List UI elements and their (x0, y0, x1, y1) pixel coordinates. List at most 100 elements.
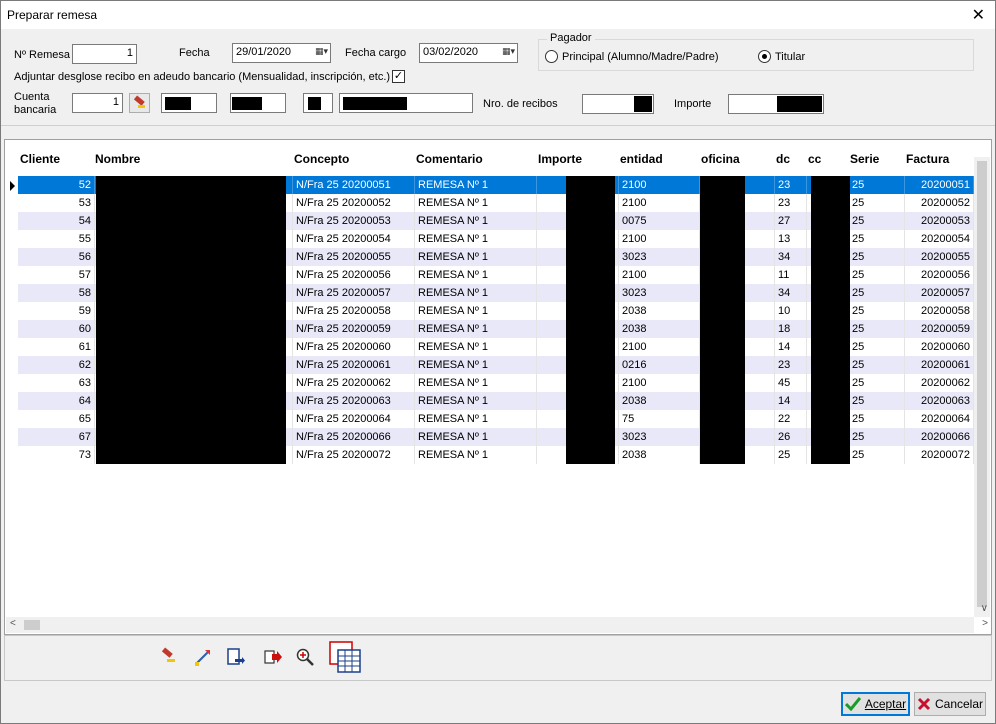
cell-serie[interactable]: 25 (849, 446, 905, 464)
cell-comentario[interactable]: REMESA Nº 1 (415, 266, 537, 284)
cell-dc[interactable]: 14 (775, 392, 807, 410)
cell-serie[interactable]: 25 (849, 428, 905, 446)
horizontal-scrollbar[interactable]: < > ∨ (6, 603, 988, 633)
cell-factura[interactable]: 20200055 (905, 248, 974, 266)
cell-dc[interactable]: 10 (775, 302, 807, 320)
spreadsheet-icon[interactable] (328, 640, 362, 674)
cell-concepto[interactable]: N/Fra 25 20200063 (293, 392, 415, 410)
cell-factura[interactable]: 20200056 (905, 266, 974, 284)
cell-factura[interactable]: 20200057 (905, 284, 974, 302)
col-header-concepto[interactable]: Concepto (294, 152, 349, 166)
cell-comentario[interactable]: REMESA Nº 1 (415, 392, 537, 410)
cell-comentario[interactable]: REMESA Nº 1 (415, 356, 537, 374)
scroll-left-icon[interactable]: < (10, 618, 16, 629)
cell-comentario[interactable]: REMESA Nº 1 (415, 176, 537, 194)
cell-concepto[interactable]: N/Fra 25 20200056 (293, 266, 415, 284)
scroll-right-icon[interactable]: > (982, 618, 988, 629)
cell-concepto[interactable]: N/Fra 25 20200057 (293, 284, 415, 302)
calendar-dropdown-icon[interactable]: ▦▾ (315, 46, 328, 57)
recibos-grid[interactable]: Cliente Nombre Concepto Comentario Impor… (4, 139, 992, 635)
cell-dc[interactable]: 23 (775, 176, 807, 194)
cell-factura[interactable]: 20200063 (905, 392, 974, 410)
cell-concepto[interactable]: N/Fra 25 20200060 (293, 338, 415, 356)
cell-factura[interactable]: 20200052 (905, 194, 974, 212)
cell-comentario[interactable]: REMESA Nº 1 (415, 284, 537, 302)
cell-serie[interactable]: 25 (849, 320, 905, 338)
accept-button[interactable]: Aceptar (841, 692, 910, 716)
col-header-comentario[interactable]: Comentario (416, 152, 483, 166)
radio-titular[interactable] (758, 50, 771, 63)
col-header-factura[interactable]: Factura (906, 152, 949, 166)
cell-entidad[interactable]: 75 (619, 410, 700, 428)
col-header-entidad[interactable]: entidad (620, 152, 663, 166)
cell-cliente[interactable]: 59 (18, 302, 95, 320)
cell-comentario[interactable]: REMESA Nº 1 (415, 374, 537, 392)
cell-entidad[interactable]: 2100 (619, 230, 700, 248)
cell-factura[interactable]: 20200059 (905, 320, 974, 338)
cell-comentario[interactable]: REMESA Nº 1 (415, 248, 537, 266)
cell-factura[interactable]: 20200058 (905, 302, 974, 320)
cell-concepto[interactable]: N/Fra 25 20200061 (293, 356, 415, 374)
zoom-icon[interactable] (294, 646, 316, 668)
cell-entidad[interactable]: 2100 (619, 176, 700, 194)
col-header-nombre[interactable]: Nombre (95, 152, 140, 166)
cell-concepto[interactable]: N/Fra 25 20200055 (293, 248, 415, 266)
vertical-scrollbar[interactable] (974, 157, 990, 617)
cell-entidad[interactable]: 0075 (619, 212, 700, 230)
adjuntar-checkbox[interactable]: ✓ (392, 70, 405, 83)
radio-titular-label[interactable]: Titular (775, 51, 805, 63)
cell-cliente[interactable]: 61 (18, 338, 95, 356)
col-header-importe[interactable]: Importe (538, 152, 582, 166)
cell-serie[interactable]: 25 (849, 248, 905, 266)
cell-concepto[interactable]: N/Fra 25 20200051 (293, 176, 415, 194)
cell-cliente[interactable]: 64 (18, 392, 95, 410)
cell-concepto[interactable]: N/Fra 25 20200066 (293, 428, 415, 446)
cell-cliente[interactable]: 54 (18, 212, 95, 230)
col-header-cliente[interactable]: Cliente (20, 152, 60, 166)
cell-entidad[interactable]: 2100 (619, 374, 700, 392)
cell-entidad[interactable]: 2038 (619, 302, 700, 320)
iban-field-3[interactable] (303, 93, 333, 113)
cell-concepto[interactable]: N/Fra 25 20200058 (293, 302, 415, 320)
iban-field-4[interactable] (339, 93, 473, 113)
cell-entidad[interactable]: 0216 (619, 356, 700, 374)
cell-comentario[interactable]: REMESA Nº 1 (415, 446, 537, 464)
cell-entidad[interactable]: 2038 (619, 446, 700, 464)
cuenta-number-field[interactable]: 1 (72, 93, 123, 113)
cell-dc[interactable]: 23 (775, 194, 807, 212)
print-export-icon[interactable] (262, 646, 284, 668)
cell-factura[interactable]: 20200061 (905, 356, 974, 374)
cell-concepto[interactable]: N/Fra 25 20200062 (293, 374, 415, 392)
cell-dc[interactable]: 11 (775, 266, 807, 284)
cell-dc[interactable]: 45 (775, 374, 807, 392)
cell-cliente[interactable]: 57 (18, 266, 95, 284)
cell-comentario[interactable]: REMESA Nº 1 (415, 410, 537, 428)
cell-cliente[interactable]: 58 (18, 284, 95, 302)
cell-serie[interactable]: 25 (849, 392, 905, 410)
cell-cliente[interactable]: 56 (18, 248, 95, 266)
cell-entidad[interactable]: 3023 (619, 284, 700, 302)
cell-comentario[interactable]: REMESA Nº 1 (415, 320, 537, 338)
cell-entidad[interactable]: 3023 (619, 248, 700, 266)
eraser-icon[interactable] (157, 646, 179, 668)
cell-serie[interactable]: 25 (849, 194, 905, 212)
cell-cliente[interactable]: 62 (18, 356, 95, 374)
cell-serie[interactable]: 25 (849, 374, 905, 392)
cell-concepto[interactable]: N/Fra 25 20200059 (293, 320, 415, 338)
fecha-cargo-date-picker[interactable]: 03/02/2020 ▦▾ (419, 43, 518, 63)
cell-dc[interactable]: 23 (775, 356, 807, 374)
cell-factura[interactable]: 20200051 (905, 176, 974, 194)
cell-factura[interactable]: 20200072 (905, 446, 974, 464)
cell-cliente[interactable]: 60 (18, 320, 95, 338)
cell-factura[interactable]: 20200064 (905, 410, 974, 428)
cell-dc[interactable]: 34 (775, 284, 807, 302)
scroll-down-icon[interactable]: ∨ (981, 603, 988, 614)
cuenta-lookup-button[interactable] (129, 93, 150, 113)
col-header-cc[interactable]: cc (808, 152, 821, 166)
cell-serie[interactable]: 25 (849, 176, 905, 194)
iban-field-1[interactable] (161, 93, 217, 113)
edit-arrow-icon[interactable] (192, 646, 214, 668)
calendar-dropdown-icon[interactable]: ▦▾ (502, 46, 515, 57)
cell-comentario[interactable]: REMESA Nº 1 (415, 194, 537, 212)
cell-dc[interactable]: 25 (775, 446, 807, 464)
